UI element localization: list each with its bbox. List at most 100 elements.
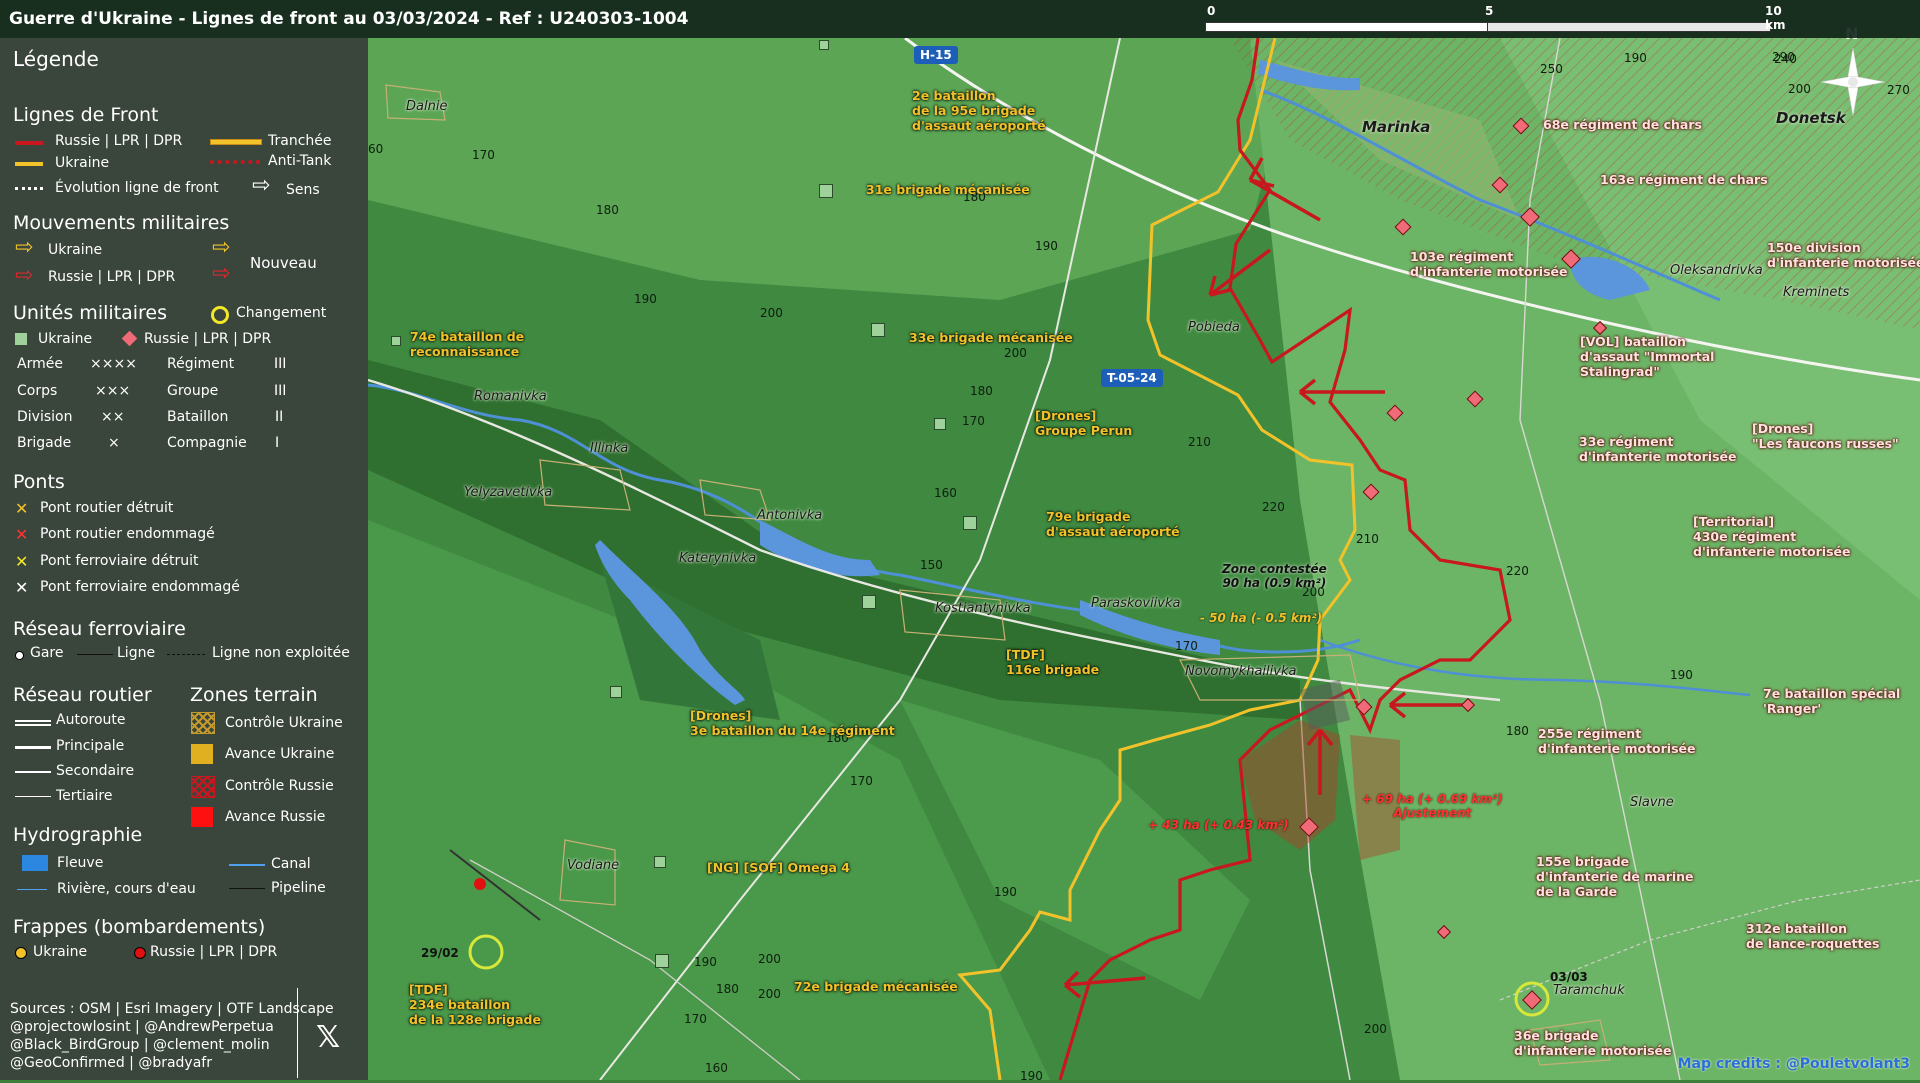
unit-label-line: [Drones] [1035, 408, 1097, 423]
unit-ru-vol[interactable]: [VOL] bataillon d'assaut "Immortal Stali… [1580, 334, 1714, 379]
legend-road-item: Tertiaire [56, 788, 113, 804]
ukraine-advance-swatch [191, 744, 213, 764]
unit-label-line: d'infanterie motorisée [1538, 741, 1696, 756]
unit-ua-95[interactable]: 2e bataillon de la 95e brigade d'assaut … [912, 88, 1046, 133]
unit-ru-255[interactable]: 255e régiment d'infanterie motorisée [1538, 726, 1695, 756]
altitude-label: 200 [1004, 346, 1027, 360]
unit-ua-marker[interactable] [655, 954, 669, 968]
unit-ru-36[interactable]: 36e brigade d'infanterie motorisée [1514, 1028, 1671, 1058]
legend-strikes-heading: Frappes (bombardements) [13, 916, 266, 938]
unit-ua-marker[interactable] [391, 336, 401, 346]
bridge-road-destroyed-icon: ✕ [15, 499, 29, 518]
canal-symbol [229, 864, 265, 866]
altitude-label: 190 [694, 955, 717, 969]
altitude-label: 60 [368, 142, 384, 156]
unit-size-symbol: III [274, 383, 287, 399]
unit-ua-marker[interactable] [862, 595, 876, 609]
altitude-label: 160 [934, 486, 957, 500]
altitude-label: 190 [994, 885, 1017, 899]
secondary-road-symbol [15, 771, 51, 773]
unit-ru-155[interactable]: 155e brigade d'infanterie de marine de l… [1536, 854, 1694, 899]
map-credits[interactable]: Map credits : @Pouletvolant3 [1678, 1056, 1910, 1072]
unit-ua-72[interactable]: 72e brigade mécanisée [794, 979, 958, 994]
unit-ru-150[interactable]: 150e division d'infanterie motorisée [1767, 240, 1920, 270]
unit-label-line: de la 128e brigade [409, 1012, 541, 1027]
scale-segment [1205, 22, 1489, 32]
unit-ua-116[interactable]: [TDF] 116e brigade [1006, 647, 1099, 677]
unit-ua-marker[interactable] [610, 686, 622, 698]
unit-ua-marker[interactable] [963, 516, 977, 530]
unit-ua-marker[interactable] [819, 184, 833, 198]
unit-ua-marker[interactable] [934, 418, 946, 430]
unit-label-line: d'assaut aéroporté [912, 118, 1046, 133]
source-line: Sources : OSM | Esri Imagery | OTF Lands… [10, 1001, 334, 1017]
map-canvas[interactable]: H-15 T-05-24 Dalnie Marinka Donetsk Pobi… [368, 24, 1920, 1083]
unit-ua-79[interactable]: 79e brigade d'assaut aéroporté [1046, 509, 1180, 539]
altitude-label: 170 [1175, 639, 1198, 653]
unit-ru-7[interactable]: 7e bataillon spécial 'Ranger' [1763, 686, 1900, 716]
rail-line-symbol [77, 654, 113, 655]
place-oleksandrivka: Oleksandrivka [1670, 263, 1763, 278]
unit-label-line: Groupe Perun [1035, 423, 1133, 438]
legend-roads-heading: Réseau routier [13, 684, 152, 706]
terrain-svg [368, 38, 1920, 1080]
place-yelyzavetivka: Yelyzavetivka [464, 485, 553, 500]
page-title: Guerre d'Ukraine - Lignes de front au 03… [9, 9, 689, 29]
ukraine-new-arrow-icon: ⇨ [212, 235, 231, 260]
unit-ru-33[interactable]: 33e régiment d'infanterie motorisée [1579, 434, 1736, 464]
pipeline-symbol [229, 888, 265, 889]
x-logo-icon[interactable]: 𝕏 [316, 1023, 340, 1053]
altitude-label: 150 [920, 558, 943, 572]
zone-label-line: Ajustement [1393, 806, 1472, 820]
russia-unit-diamond-icon [121, 330, 138, 347]
road-tag-h15: H-15 [914, 46, 958, 64]
place-paraskoviivka: Paraskoviivka [1091, 596, 1181, 611]
altitude-label: 170 [962, 414, 985, 428]
unit-ua-marker[interactable] [871, 323, 885, 337]
road-tag-t0524: T-05-24 [1101, 369, 1163, 387]
unit-ru-312[interactable]: 312e bataillon de lance-roquettes [1746, 921, 1879, 951]
unit-ua-33[interactable]: 33e brigade mécanisée [909, 330, 1073, 345]
unit-ru-103[interactable]: 103e régiment d'infanterie motorisée [1410, 249, 1567, 279]
legend-zones-heading: Zones terrain [190, 684, 318, 706]
place-taramchuk: Taramchuk [1553, 983, 1625, 998]
unit-size-symbol: III [274, 356, 287, 372]
unit-label-line: d'infanterie motorisée [1579, 449, 1737, 464]
zone-label-line: Zone contestée [1222, 562, 1327, 576]
altitude-label: 170 [472, 148, 495, 162]
unit-ua-14[interactable]: [Drones] 3e bataillon du 14e régiment [690, 708, 895, 738]
ukraine-control-swatch [191, 712, 215, 734]
antitank-symbol [210, 160, 260, 164]
unit-ua-omega[interactable]: [NG] [SOF] Omega 4 [707, 860, 850, 875]
legend-strikes-russia: Russie | LPR | DPR [150, 944, 278, 960]
unit-ua-perun[interactable]: [Drones] Groupe Perun [1035, 408, 1132, 438]
place-kreminets: Kreminets [1783, 285, 1850, 300]
legend-bridges-heading: Ponts [13, 471, 65, 493]
unit-ua-marker[interactable] [819, 40, 829, 50]
unit-ru-faucons[interactable]: [Drones] "Les faucons russes" [1752, 421, 1899, 451]
zone-label-line: + 69 ha (+ 0.69 km²) [1362, 792, 1503, 806]
unit-label-line: reconnaissance [410, 344, 520, 359]
unit-ua-74[interactable]: 74e bataillon de reconnaissance [410, 329, 524, 359]
scale-label: 5 [1485, 4, 1494, 18]
unit-ua-31[interactable]: 31e brigade mécanisée [866, 182, 1030, 197]
unit-ru-430[interactable]: [Territorial] 430e régiment d'infanterie… [1693, 514, 1850, 559]
unit-ua-marker[interactable] [654, 856, 666, 868]
unit-ru-68[interactable]: 68e régiment de chars [1543, 117, 1702, 132]
place-illinka: Illinka [590, 441, 629, 456]
unit-label-line: de la 95e brigade [912, 103, 1036, 118]
source-line: @GeoConfirmed | @bradyafr [10, 1055, 212, 1071]
source-line: @projectowlosint | @AndrewPerpetua [10, 1019, 274, 1035]
place-antonivka: Antonivka [757, 508, 823, 523]
unit-label-line: 255e régiment [1538, 726, 1642, 741]
legend-front-evolution: Évolution ligne de front [55, 180, 219, 196]
unit-ru-163[interactable]: 163e régiment de chars [1600, 172, 1768, 187]
legend-units-change: Changement [236, 305, 327, 321]
zone-plus69: + 69 ha (+ 0.69 km²) Ajustement [1362, 792, 1503, 820]
place-vodiane: Vodiane [567, 858, 620, 873]
legend-strikes-ukraine: Ukraine [33, 944, 88, 960]
unit-size-symbol: II [275, 409, 284, 425]
altitude-label: 170 [850, 774, 873, 788]
unit-ua-128[interactable]: [TDF] 234e bataillon de la 128e brigade [409, 982, 541, 1027]
unit-label-line: 3e bataillon du 14e régiment [690, 723, 895, 738]
